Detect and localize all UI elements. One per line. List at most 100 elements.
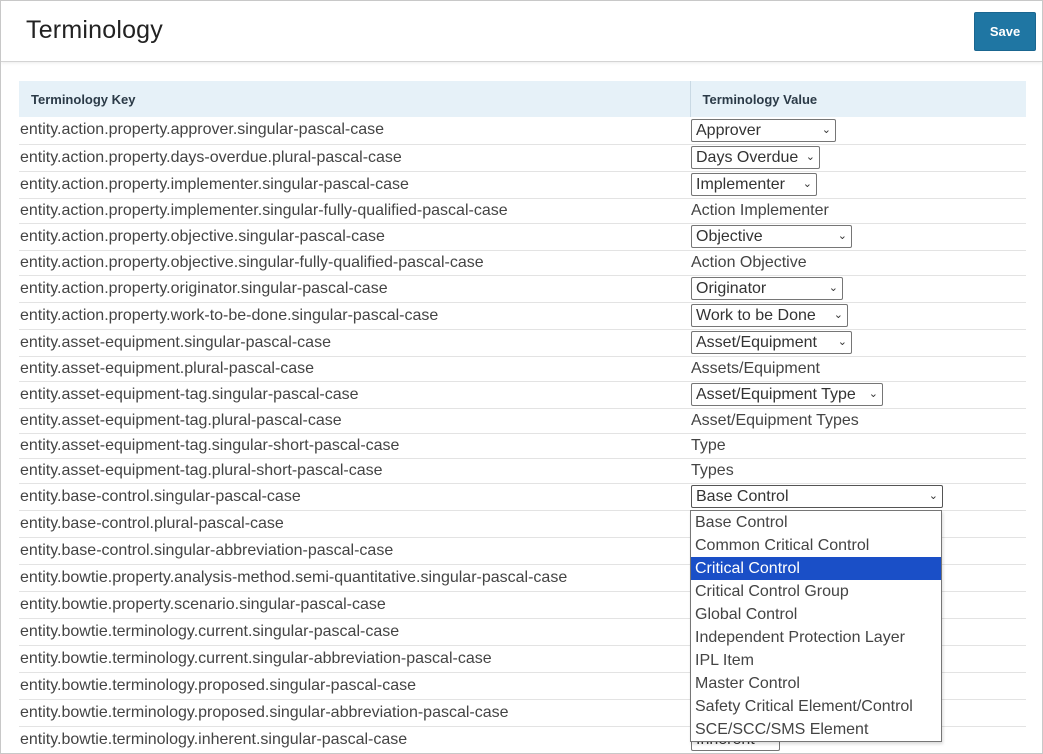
select-value: Implementer	[696, 176, 785, 193]
chevron-down-icon: ⌄	[928, 490, 938, 502]
chevron-down-icon: ⌄	[802, 178, 812, 190]
terminology-key: entity.asset-equipment-tag.singular-shor…	[20, 436, 400, 454]
table-row: entity.action.property.days-overdue.plur…	[19, 144, 1026, 171]
terminology-value-cell: Action Objective	[690, 250, 1026, 275]
terminology-key: entity.bowtie.terminology.proposed.singu…	[20, 703, 509, 721]
terminology-value-select[interactable]: Approver ⌄	[691, 118, 836, 142]
page-title: Terminology	[26, 16, 163, 44]
terminology-value-text: Type	[691, 436, 726, 454]
column-header-key: Terminology Key	[19, 81, 691, 117]
chevron-down-icon: ⌄	[837, 230, 847, 242]
terminology-value-select[interactable]: Work to be Done ⌄	[691, 304, 848, 327]
terminology-key: entity.bowtie.terminology.current.singul…	[20, 649, 492, 667]
terminology-value-cell: Approver ⌄	[690, 117, 1026, 144]
terminology-value-select[interactable]: Base Control ⌄	[691, 485, 943, 508]
save-button[interactable]: Save	[974, 12, 1036, 51]
table-row: entity.action.property.originator.singul…	[19, 275, 1026, 302]
terminology-key: entity.base-control.singular-abbreviatio…	[20, 541, 394, 559]
terminology-value-cell: Types	[690, 458, 1026, 483]
terminology-value-cell: Base Control ⌄	[690, 483, 1026, 510]
terminology-value-select[interactable]: Originator ⌄	[691, 277, 843, 300]
select-value: Objective	[696, 228, 763, 245]
select-value: Originator	[696, 280, 767, 297]
terminology-value-cell: Asset/Equipment ⌄	[690, 329, 1026, 356]
terminology-value-cell: Action Implementer	[690, 198, 1026, 223]
terminology-key: entity.asset-equipment-tag.singular-pasc…	[20, 385, 359, 403]
select-value: Asset/Equipment	[696, 334, 817, 351]
terminology-key: entity.action.property.days-overdue.plur…	[20, 148, 402, 166]
terminology-value-select[interactable]: Objective ⌄	[691, 225, 852, 248]
dropdown-option[interactable]: IPL Item	[691, 649, 941, 672]
terminology-value-cell: Implementer ⌄	[690, 171, 1026, 198]
table-row: entity.asset-equipment.singular-pascal-c…	[19, 329, 1026, 356]
table-row: entity.action.property.implementer.singu…	[19, 198, 1026, 223]
terminology-key: entity.asset-equipment-tag.plural-pascal…	[20, 411, 342, 429]
chevron-down-icon: ⌄	[805, 151, 815, 163]
terminology-key: entity.bowtie.terminology.proposed.singu…	[20, 676, 417, 694]
table-row: entity.action.property.objective.singula…	[19, 250, 1026, 275]
terminology-value-cell: Originator ⌄	[690, 275, 1026, 302]
dropdown-option[interactable]: Global Control	[691, 603, 941, 626]
terminology-key: entity.action.property.objective.singula…	[20, 253, 484, 271]
table-row: entity.action.property.work-to-be-done.s…	[19, 302, 1026, 329]
table-row: entity.asset-equipment-tag.plural-pascal…	[19, 408, 1026, 433]
select-value: Asset/Equipment Type	[696, 386, 856, 403]
terminology-key: entity.asset-equipment.plural-pascal-cas…	[20, 359, 315, 377]
terminology-key: entity.asset-equipment.singular-pascal-c…	[20, 333, 331, 351]
terminology-key: entity.bowtie.property.scenario.singular…	[20, 595, 386, 613]
terminology-key: entity.asset-equipment-tag.plural-short-…	[20, 461, 383, 479]
terminology-value-text: Assets/Equipment	[691, 359, 820, 377]
terminology-value-cell: Asset/Equipment Type ⌄	[690, 381, 1026, 408]
terminology-value-select[interactable]: Days Overdue ⌄	[691, 146, 820, 169]
terminology-value-cell: Work to be Done ⌄	[690, 302, 1026, 329]
terminology-value-text: Action Implementer	[691, 201, 829, 219]
table-row: entity.base-control.singular-pascal-case…	[19, 483, 1026, 510]
terminology-value-cell: Asset/Equipment Types	[690, 408, 1026, 433]
dropdown-option[interactable]: Independent Protection Layer	[691, 626, 941, 649]
terminology-key: entity.action.property.implementer.singu…	[20, 175, 409, 193]
terminology-key: entity.bowtie.terminology.inherent.singu…	[20, 730, 408, 748]
table-row: entity.asset-equipment-tag.plural-short-…	[19, 458, 1026, 483]
terminology-value-cell: Days Overdue ⌄	[690, 144, 1026, 171]
terminology-key: entity.action.property.work-to-be-done.s…	[20, 306, 439, 324]
dropdown-option[interactable]: Master Control	[691, 672, 941, 695]
terminology-value-text: Types	[691, 461, 734, 479]
terminology-key: entity.action.property.objective.singula…	[20, 227, 385, 245]
table-row: entity.asset-equipment.plural-pascal-cas…	[19, 356, 1026, 381]
terminology-value-cell: Assets/Equipment	[690, 356, 1026, 381]
column-header-value: Terminology Value	[690, 81, 1026, 117]
table-row: entity.action.property.objective.singula…	[19, 223, 1026, 250]
page-header: Terminology Save	[1, 1, 1042, 62]
table-row: entity.action.property.approver.singular…	[19, 117, 1026, 144]
terminology-key: entity.action.property.implementer.singu…	[20, 201, 508, 219]
terminology-key: entity.bowtie.terminology.current.singul…	[20, 622, 400, 640]
dropdown-option[interactable]: Critical Control Group	[691, 580, 941, 603]
chevron-down-icon: ⌄	[833, 309, 843, 321]
dropdown-option[interactable]: Safety Critical Element/Control	[691, 695, 941, 718]
table-row: entity.asset-equipment-tag.singular-pasc…	[19, 381, 1026, 408]
terminology-value-cell: Type	[690, 433, 1026, 458]
terminology-value-select[interactable]: Asset/Equipment ⌄	[691, 331, 852, 354]
terminology-value-select[interactable]: Asset/Equipment Type ⌄	[691, 383, 883, 406]
table-header-row: Terminology Key Terminology Value	[19, 81, 1026, 117]
select-value: Approver	[696, 121, 761, 139]
terminology-value-select[interactable]: Implementer ⌄	[691, 173, 817, 196]
dropdown-option[interactable]: Base Control	[691, 511, 941, 534]
chevron-down-icon: ⌄	[828, 282, 838, 294]
dropdown-option[interactable]: Critical Control	[691, 557, 941, 580]
chevron-down-icon: ⌄	[821, 123, 831, 136]
terminology-key: entity.base-control.plural-pascal-case	[20, 514, 284, 532]
terminology-value-cell: Objective ⌄	[690, 223, 1026, 250]
table-row: entity.asset-equipment-tag.singular-shor…	[19, 433, 1026, 458]
terminology-key: entity.action.property.approver.singular…	[20, 121, 385, 139]
dropdown-option[interactable]: SCE/SCC/SMS Element	[691, 718, 941, 741]
terminology-value-text: Asset/Equipment Types	[691, 411, 859, 429]
select-value: Work to be Done	[696, 307, 816, 324]
terminology-value-text: Action Objective	[691, 253, 807, 271]
chevron-down-icon: ⌄	[868, 388, 878, 400]
terminology-key: entity.bowtie.property.analysis-method.s…	[20, 568, 568, 586]
dropdown-option[interactable]: Common Critical Control	[691, 534, 941, 557]
select-dropdown-list[interactable]: Base Control Common Critical Control Criti…	[690, 510, 942, 742]
terminology-key: entity.action.property.originator.singul…	[20, 279, 388, 297]
chevron-down-icon: ⌄	[837, 336, 847, 348]
